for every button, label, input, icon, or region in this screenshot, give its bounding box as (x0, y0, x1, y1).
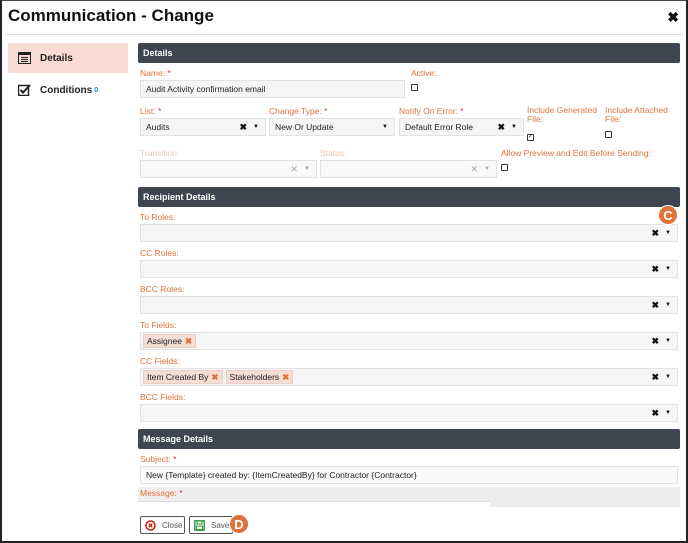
clear-icon[interactable]: ✖ (240, 122, 248, 133)
chevron-down-icon[interactable]: ▼ (665, 266, 671, 272)
tag-assignee: Assignee ✖ (143, 334, 197, 348)
close-button[interactable]: Close (140, 516, 185, 534)
change-type-select[interactable]: New Or Update ▼ (269, 118, 395, 136)
chevron-down-icon[interactable]: ▼ (511, 124, 517, 130)
message-label: Message: * (140, 488, 183, 498)
annotation-badge-d: D (229, 514, 249, 534)
include-generated-checkbox[interactable]: ✓ (527, 134, 534, 141)
dialog-title: Communication - Change (8, 6, 214, 25)
save-button[interactable]: Save (189, 516, 233, 534)
clear-icon[interactable]: ✖ (652, 336, 660, 347)
cc-fields-select[interactable]: Item Created By ✖ Stakeholders ✖ ✖ ▼ (140, 368, 678, 386)
message-editor[interactable] (138, 501, 490, 507)
section-header-recipients: Recipient Details (138, 187, 680, 207)
conditions-count: 0 (94, 86, 99, 94)
clear-icon[interactable]: ✖ (652, 372, 660, 383)
name-label: Name: * (140, 68, 171, 78)
sidebar: Details Conditions 0 (8, 43, 128, 107)
annotation-badge-c: C (658, 205, 678, 225)
include-attached-checkbox[interactable] (605, 131, 612, 138)
cc-roles-label: CC Roles: (140, 248, 179, 258)
chevron-down-icon[interactable]: ▼ (665, 302, 671, 308)
bcc-roles-select[interactable]: ✖ ▼ (140, 296, 678, 314)
chevron-down-icon[interactable]: ▼ (665, 230, 671, 236)
sidebar-item-label: Details (40, 52, 73, 64)
floppy-disk-icon (194, 519, 205, 531)
status-label: Status: (320, 148, 347, 158)
sidebar-item-label: Conditions (40, 84, 93, 96)
clear-icon[interactable]: ✖ (498, 122, 506, 133)
include-attached-label: Include Attached File: (605, 105, 668, 124)
include-generated-label: Include Generated File: (527, 105, 597, 124)
clear-icon[interactable]: ✖ (652, 264, 660, 275)
clear-icon[interactable]: ✖ (652, 228, 660, 239)
transition-select: ✕ ▼ (140, 160, 317, 178)
chevron-down-icon[interactable]: ▼ (253, 124, 259, 130)
list-select[interactable]: Audits ✖ ▼ (140, 118, 266, 136)
clear-icon[interactable]: ✖ (652, 300, 660, 311)
status-select: ✕ ▼ (320, 160, 497, 178)
subject-label: Subject: * (140, 454, 177, 464)
notify-on-error-select[interactable]: Default Error Role ✖ ▼ (399, 118, 524, 136)
close-circle-icon (145, 519, 156, 531)
active-checkbox[interactable] (411, 84, 418, 91)
list-box-icon (18, 52, 32, 64)
to-roles-label: To Roles: (140, 212, 176, 222)
to-roles-select[interactable]: ✖ ▼ (140, 224, 678, 242)
clear-icon: ✕ (470, 163, 479, 174)
allow-preview-checkbox[interactable] (501, 164, 508, 171)
notify-on-error-label: Notify On Error: * (399, 106, 464, 116)
transition-label: Transition: (140, 148, 180, 158)
chevron-down-icon[interactable]: ▼ (382, 124, 388, 130)
clear-icon: ✕ (290, 163, 299, 174)
chevron-down-icon[interactable]: ▼ (665, 374, 671, 380)
active-label: Active: (411, 68, 437, 78)
change-type-label: Change Type: * (269, 106, 328, 116)
cc-fields-label: CC Fields: (140, 356, 180, 366)
sidebar-item-conditions[interactable]: Conditions 0 (8, 75, 128, 105)
title-divider (6, 34, 682, 35)
chevron-down-icon[interactable]: ▼ (665, 410, 671, 416)
tag-item-created-by: Item Created By ✖ (143, 370, 223, 384)
to-fields-select[interactable]: Assignee ✖ ✖ ▼ (140, 332, 678, 350)
section-header-details: Details (138, 43, 680, 63)
bcc-fields-select[interactable]: ✖ ▼ (140, 404, 678, 422)
subject-input[interactable]: New {Template} created by: {ItemCreatedB… (140, 466, 678, 484)
clear-icon[interactable]: ✖ (652, 408, 660, 419)
section-header-message: Message Details (138, 429, 680, 449)
chevron-down-icon[interactable]: ▼ (665, 338, 671, 344)
sidebar-item-details[interactable]: Details (8, 43, 128, 73)
remove-tag-icon[interactable]: ✖ (211, 372, 218, 383)
checkbox-checked-icon (18, 84, 32, 96)
bcc-fields-label: BCC Fields: (140, 392, 186, 402)
list-label: List: * (140, 106, 162, 116)
allow-preview-label: Allow Preview and Edit Before Sending: (501, 148, 651, 158)
remove-tag-icon[interactable]: ✖ (185, 336, 192, 347)
cc-roles-select[interactable]: ✖ ▼ (140, 260, 678, 278)
remove-tag-icon[interactable]: ✖ (282, 372, 289, 383)
name-input[interactable]: Audit Activity confirmation email (140, 80, 405, 98)
chevron-down-icon: ▼ (484, 166, 490, 172)
bcc-roles-label: BCC Roles: (140, 284, 185, 294)
tag-stakeholders: Stakeholders ✖ (225, 370, 294, 384)
to-fields-label: To Fields: (140, 320, 177, 330)
close-icon[interactable]: ✖ (667, 9, 679, 26)
chevron-down-icon: ▼ (304, 166, 310, 172)
